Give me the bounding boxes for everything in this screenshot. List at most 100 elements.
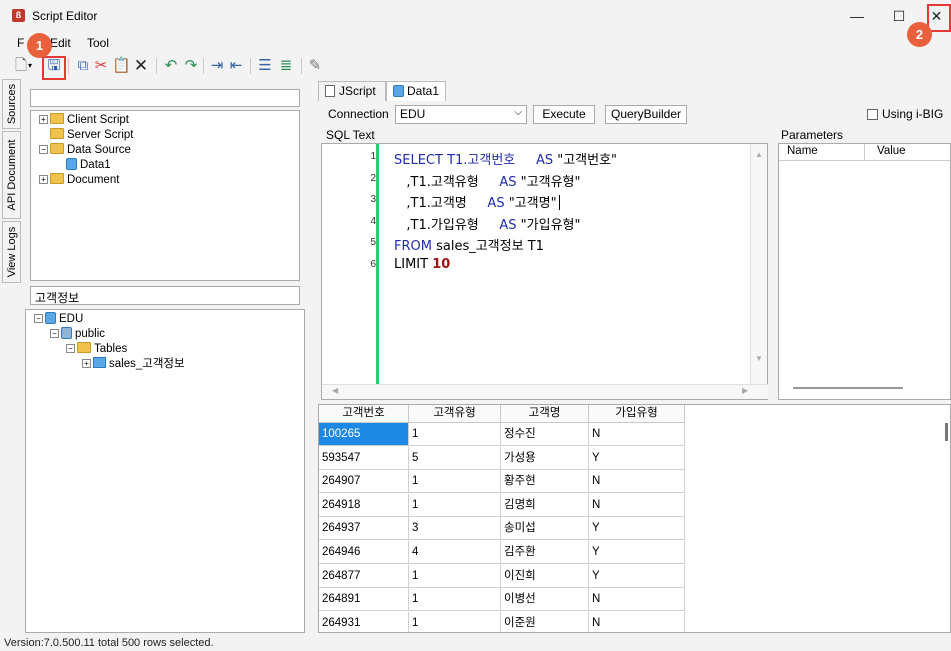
grid-cell[interactable]: 264891: [319, 588, 409, 612]
sql-editor[interactable]: ▲ ▼ ◀ ▶ 1 SELECT T1.고객번호 AS "고객번호" 2 ,T1.고…: [321, 143, 768, 400]
grid-cell[interactable]: 정수진: [501, 423, 589, 446]
tree-item[interactable]: − public: [50, 327, 105, 341]
execute-button[interactable]: Execute: [533, 105, 595, 124]
grid-cell[interactable]: 264946: [319, 541, 409, 564]
collapse-icon[interactable]: −: [39, 145, 48, 154]
collapse-icon[interactable]: −: [34, 314, 43, 323]
grid-scrollbar[interactable]: [945, 423, 948, 441]
cut-icon[interactable]: ✂: [92, 57, 110, 75]
grid-cell[interactable]: Y: [589, 446, 685, 470]
connection-select[interactable]: EDU ⌵: [395, 105, 527, 124]
tree-item[interactable]: + Client Script: [39, 113, 129, 127]
grid-cell[interactable]: 가성용: [501, 446, 589, 470]
result-grid[interactable]: 고객번호 고객유형 고객명 가입유형 100265 1 정수진 N 593547 5 가성용 Y 264…: [318, 404, 951, 633]
grid-cell[interactable]: Y: [589, 517, 685, 541]
grid-cell[interactable]: 264918: [319, 493, 409, 517]
tab-jscript[interactable]: JScript: [318, 81, 386, 101]
sql-line: LIMIT 10: [394, 256, 451, 272]
scroll-down-icon[interactable]: ▼: [755, 354, 763, 363]
grid-cell[interactable]: N: [589, 423, 685, 446]
editor-vertical-scrollbar[interactable]: ▲ ▼: [750, 144, 767, 385]
menu-edit[interactable]: Edit: [50, 36, 71, 50]
grid-cell[interactable]: 264937: [319, 517, 409, 541]
grid-cell[interactable]: 100265: [319, 423, 409, 446]
tree-item[interactable]: Data1: [55, 158, 111, 172]
tree-item[interactable]: − Tables: [66, 342, 127, 356]
grid-cell[interactable]: 1: [409, 588, 501, 612]
tree-item[interactable]: Server Script: [39, 128, 133, 142]
menu-tool[interactable]: Tool: [87, 36, 109, 50]
delete-icon[interactable]: ✕: [132, 57, 150, 75]
grid-cell[interactable]: 이병선: [501, 588, 589, 612]
collapse-icon[interactable]: −: [66, 344, 75, 353]
grid-column-header[interactable]: 고객번호: [319, 405, 409, 423]
side-tab-api-document[interactable]: API Document: [2, 131, 21, 219]
grid-cell[interactable]: Y: [589, 541, 685, 564]
grid-cell[interactable]: Y: [589, 564, 685, 588]
grid-cell[interactable]: N: [589, 493, 685, 517]
grid-cell[interactable]: 264931: [319, 611, 409, 632]
scroll-left-icon[interactable]: ◀: [332, 386, 338, 395]
grid-cell[interactable]: 이진희: [501, 564, 589, 588]
grid-cell[interactable]: 1: [409, 470, 501, 494]
side-tab-sources[interactable]: Sources: [2, 79, 21, 129]
grid-cell[interactable]: N: [589, 470, 685, 494]
grid-cell[interactable]: 593547: [319, 446, 409, 470]
grid-cell[interactable]: N: [589, 588, 685, 612]
redo-icon[interactable]: ↷: [182, 57, 200, 75]
grid-cell[interactable]: 김명희: [501, 493, 589, 517]
param-col-value: Value: [865, 144, 951, 161]
collapse-icon[interactable]: −: [50, 329, 59, 338]
parameters-panel: Name Value: [778, 143, 951, 400]
database-tree[interactable]: − EDU − public − Tables + sales_고객정보: [25, 309, 305, 633]
outdent-icon[interactable]: ⇤: [227, 57, 245, 75]
script-tree[interactable]: + Client Script Server Script − Data Source D…: [30, 110, 300, 281]
grid-cell[interactable]: 1: [409, 611, 501, 632]
editor-horizontal-scrollbar[interactable]: ◀ ▶: [322, 384, 768, 399]
scroll-up-icon[interactable]: ▲: [755, 150, 763, 159]
undo-icon[interactable]: ↶: [162, 57, 180, 75]
minimize-button[interactable]: —: [836, 0, 878, 33]
grid-cell[interactable]: 이준원: [501, 611, 589, 632]
expand-icon[interactable]: +: [39, 175, 48, 184]
paste-icon[interactable]: 📋: [112, 57, 131, 75]
grid-cell[interactable]: 3: [409, 517, 501, 541]
query-builder-button[interactable]: QueryBuilder: [605, 105, 687, 124]
grid-cell[interactable]: N: [589, 611, 685, 632]
copy-icon[interactable]: ⧉: [74, 57, 92, 75]
grid-column-header[interactable]: 고객유형: [409, 405, 501, 423]
grid-column-header[interactable]: 고객명: [501, 405, 589, 423]
using-big-checkbox[interactable]: [867, 109, 878, 120]
comment-icon[interactable]: ☰: [256, 57, 274, 75]
tree-item[interactable]: − Data Source: [39, 143, 131, 157]
toolbar-separator: [68, 58, 69, 74]
table-filter-input[interactable]: 고객정보: [30, 286, 300, 305]
side-tab-view-logs[interactable]: View Logs: [2, 221, 21, 283]
param-scrollbar[interactable]: [793, 387, 903, 389]
grid-cell[interactable]: 김주환: [501, 541, 589, 564]
grid-cell[interactable]: 1: [409, 564, 501, 588]
indent-icon[interactable]: ⇥: [208, 57, 226, 75]
grid-column-header[interactable]: 가입유형: [589, 405, 685, 423]
scroll-right-icon[interactable]: ▶: [742, 386, 748, 395]
expand-icon[interactable]: +: [82, 359, 91, 368]
expand-icon[interactable]: +: [39, 115, 48, 124]
tab-data1[interactable]: Data1: [386, 81, 446, 101]
grid-cell[interactable]: 4: [409, 541, 501, 564]
grid-cell[interactable]: 264877: [319, 564, 409, 588]
script-search-input[interactable]: [30, 89, 300, 107]
grid-cell[interactable]: 1: [409, 423, 501, 446]
grid-cell[interactable]: 황주현: [501, 470, 589, 494]
tree-item[interactable]: + sales_고객정보: [82, 357, 185, 371]
tree-item[interactable]: − EDU: [34, 312, 83, 326]
grid-cell[interactable]: 송미섭: [501, 517, 589, 541]
tree-item[interactable]: + Document: [39, 173, 119, 187]
grid-cell[interactable]: 5: [409, 446, 501, 470]
uncomment-icon[interactable]: ≣: [277, 57, 295, 75]
menu-file[interactable]: F: [17, 36, 24, 50]
new-dropdown-icon[interactable]: ▾: [26, 57, 34, 75]
sql-text-label: SQL Text: [326, 128, 375, 142]
eraser-icon[interactable]: ✎: [306, 57, 324, 75]
grid-cell[interactable]: 1: [409, 493, 501, 517]
grid-cell[interactable]: 264907: [319, 470, 409, 494]
